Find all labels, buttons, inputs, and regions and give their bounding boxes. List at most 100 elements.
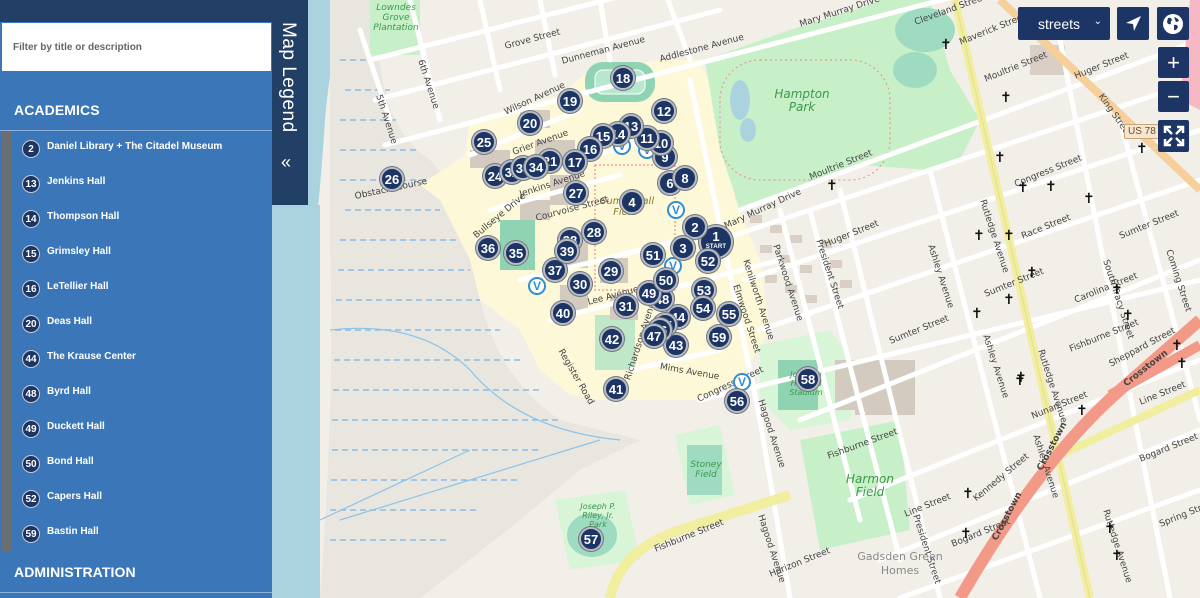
church-icon: ✝ (1083, 190, 1095, 206)
legend-item[interactable]: 52 Capers Hall (22, 489, 102, 509)
us-route-shield: US 78 (1124, 124, 1160, 139)
legend-item[interactable]: 44 The Krause Center (22, 349, 136, 369)
legend-item[interactable]: 48 Byrd Hall (22, 384, 91, 404)
map-marker-2[interactable]: 2 (683, 215, 707, 239)
category-heading-academics[interactable]: ACADEMICS (14, 102, 100, 118)
map-marker-54[interactable]: 54 (691, 296, 715, 320)
map-marker-41[interactable]: 41 (604, 377, 628, 401)
legend-marker-number: 15 (22, 245, 40, 263)
map-marker-50[interactable]: 50 (654, 268, 678, 292)
globe-icon (1163, 13, 1183, 34)
legend-item[interactable]: 20 Deas Hall (22, 314, 92, 334)
church-icon: ✝ (1017, 179, 1029, 195)
legend-item-label: Capers Hall (47, 490, 103, 502)
church-icon: ✝ (971, 305, 983, 321)
church-icon: ✝ (1171, 337, 1183, 353)
legend-item-label: LeTellier Hall (47, 280, 109, 292)
legend-item[interactable]: 50 Bond Hall (22, 454, 94, 474)
navigation-arrow-icon (1126, 15, 1141, 31)
map-marker-12[interactable]: 12 (652, 99, 676, 123)
map-marker-57[interactable]: 57 (579, 527, 603, 551)
park-label-stoney: Stoney Field (690, 460, 722, 480)
legend-item[interactable]: 49 Duckett Hall (22, 419, 105, 439)
map-marker-28[interactable]: 28 (582, 220, 606, 244)
map-marker-31[interactable]: 31 (614, 294, 638, 318)
church-icon: ✝ (1176, 355, 1188, 371)
map-marker-39[interactable]: 39 (555, 239, 579, 263)
map-marker-20[interactable]: 20 (518, 111, 542, 135)
category-list-academics: 2 Daniel Library + The Citadel Museum 13 Je… (0, 131, 272, 551)
list-scroll-indicator (2, 131, 12, 551)
legend-sidebar: ACADEMICS 2 Daniel Library + The Citadel … (0, 0, 272, 598)
church-icon: ✝ (1111, 547, 1123, 563)
legend-marker-number: 13 (22, 175, 40, 193)
category-heading-administration[interactable]: ADMINISTRATION (14, 564, 136, 580)
fullscreen-button[interactable] (1158, 120, 1189, 152)
legend-marker-number: 2 (22, 140, 40, 158)
map-marker-52[interactable]: 52 (696, 249, 720, 273)
church-icon: ✝ (1003, 291, 1015, 307)
map-legend-toggle[interactable]: Map Legend « (272, 0, 308, 205)
filter-input[interactable] (2, 23, 271, 71)
collapse-chevron-icon[interactable]: « (281, 152, 291, 173)
legend-item-label: Duckett Hall (47, 420, 105, 432)
map-marker-34[interactable]: 34 (524, 155, 548, 179)
map-marker-26[interactable]: 26 (380, 167, 404, 191)
map-marker-8[interactable]: 8 (673, 166, 697, 190)
map-marker-29[interactable]: 29 (599, 259, 623, 283)
map-marker-18[interactable]: 18 (611, 66, 635, 90)
church-icon: ✝ (1122, 307, 1134, 323)
church-icon: ✝ (960, 525, 972, 541)
map-marker-25[interactable]: 25 (472, 130, 496, 154)
legend-item[interactable]: 14 Thompson Hall (22, 209, 119, 229)
church-icon: ✝ (962, 485, 974, 501)
map-style-value: streets (1037, 15, 1080, 32)
map-marker-35[interactable]: 35 (504, 241, 528, 265)
church-icon: ✝ (1104, 520, 1116, 536)
legend-marker-number: 14 (22, 210, 40, 228)
legend-marker-number: 52 (22, 490, 40, 508)
map-marker-40[interactable]: 40 (551, 301, 575, 325)
map-marker-56[interactable]: 56 (725, 389, 749, 413)
legend-item[interactable]: 15 Grimsley Hall (22, 244, 111, 264)
church-icon: ✝ (1136, 140, 1148, 156)
legend-item-label: Jenkins Hall (47, 175, 106, 187)
legend-item-label: Byrd Hall (47, 385, 91, 397)
map-marker-30[interactable]: 30 (568, 272, 592, 296)
map-marker-17[interactable]: 17 (563, 150, 587, 174)
park-label-lowndes: Lowndes Grove Plantation (373, 3, 419, 33)
legend-item-label: Grimsley Hall (47, 245, 111, 257)
map-marker-19[interactable]: 19 (558, 89, 582, 113)
locate-button[interactable] (1117, 7, 1149, 40)
zoom-in-button[interactable]: + (1158, 47, 1189, 78)
sidebar-topbar (0, 0, 272, 22)
legend-item-label: Thompson Hall (47, 210, 120, 222)
map-marker-59[interactable]: 59 (707, 325, 731, 349)
legend-item[interactable]: 59 Bastin Hall (22, 524, 99, 544)
visitor-marker[interactable]: V (528, 277, 546, 295)
legend-item[interactable]: 13 Jenkins Hall (22, 174, 105, 194)
legend-marker-number: 48 (22, 385, 40, 403)
legend-marker-number: 50 (22, 455, 40, 473)
park-label-riley: Joseph P. Riley, Jr. Park (580, 502, 616, 529)
map-marker-42[interactable]: 42 (600, 327, 624, 351)
map-marker-4[interactable]: 4 (620, 190, 644, 214)
legend-item[interactable]: 2 Daniel Library + The Citadel Museum (22, 139, 222, 159)
zoom-out-button[interactable]: − (1158, 81, 1189, 112)
globe-button[interactable] (1157, 7, 1189, 40)
map-marker-36[interactable]: 36 (476, 236, 500, 260)
map-marker-55[interactable]: 55 (717, 302, 741, 326)
area-label-gadsden: Gadsden Green Homes (857, 550, 943, 577)
map-marker-58[interactable]: 58 (796, 367, 820, 391)
church-icon: ✝ (1000, 89, 1012, 105)
map-marker-47[interactable]: 47 (642, 324, 666, 348)
legend-item[interactable]: 16 LeTellier Hall (22, 279, 109, 299)
map-style-select[interactable]: streets ⌄ (1018, 7, 1110, 40)
map-marker-51[interactable]: 51 (641, 243, 665, 267)
map-marker-3[interactable]: 3 (671, 236, 695, 260)
map-marker-27[interactable]: 27 (564, 181, 588, 205)
legend-item-label: Bastin Hall (47, 525, 99, 537)
legend-item-label: The Krause Center (47, 350, 136, 362)
visitor-marker[interactable]: V (667, 201, 685, 219)
church-icon: ✝ (1026, 264, 1038, 280)
